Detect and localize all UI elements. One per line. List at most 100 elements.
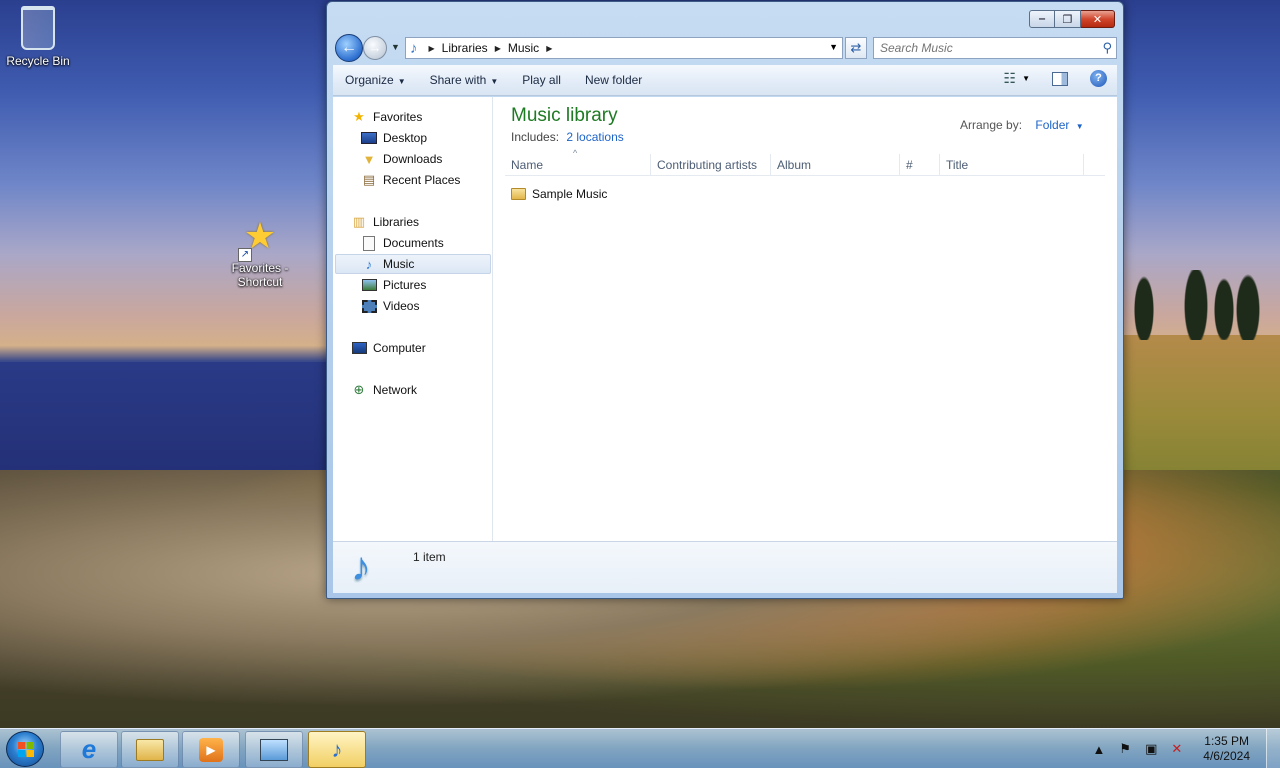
includes-label: Includes: <box>511 130 560 144</box>
network-icon: ⊕ <box>353 382 365 397</box>
desktop-icon <box>361 130 377 146</box>
taskbar-windows-explorer[interactable] <box>121 731 179 768</box>
show-desktop-button[interactable] <box>1266 729 1280 768</box>
view-options-dropdown[interactable]: ▼ <box>1022 74 1030 83</box>
recent-pages-dropdown[interactable]: ▼ <box>391 42 400 52</box>
chevron-down-icon: ▼ <box>391 42 400 52</box>
refresh-button[interactable]: ⇄ <box>845 37 867 59</box>
nav-item-recent-places[interactable]: ▤ Recent Places <box>361 170 519 190</box>
system-clock[interactable]: 1:35 PM 4/6/2024 <box>1203 734 1250 764</box>
library-title: Music library <box>511 105 618 126</box>
breadcrumb-libraries[interactable]: Libraries <box>442 41 488 55</box>
new-folder-button[interactable]: New folder <box>573 73 654 87</box>
explorer-window: ‒ ❐ ✕ ← → ▼ ♪ ▶ Libraries ▶ Music ▶ ▼ ⇄ … <box>326 1 1124 599</box>
forward-button[interactable]: → <box>363 36 387 60</box>
breadcrumb-arrow-icon[interactable]: ▶ <box>495 44 501 53</box>
documents-icon <box>361 235 377 251</box>
pictures-icon <box>361 277 377 293</box>
music-note-icon: ♪ <box>365 256 373 272</box>
nav-item-pictures[interactable]: Pictures <box>361 275 519 295</box>
column-header-track-number[interactable]: # <box>900 154 940 176</box>
close-button[interactable]: ✕ <box>1081 10 1115 28</box>
network-status-icon[interactable]: ▣ <box>1145 741 1157 757</box>
start-button[interactable] <box>6 731 44 767</box>
caption-buttons: ‒ ❐ ✕ <box>1029 10 1115 28</box>
action-center-flag-icon[interactable]: ⚑ <box>1119 741 1131 757</box>
search-box[interactable]: ⚲ <box>873 37 1117 59</box>
address-bar[interactable]: ♪ ▶ Libraries ▶ Music ▶ ▼ <box>405 37 843 59</box>
column-header-name[interactable]: Name <box>505 154 651 176</box>
column-header-title[interactable]: Title <box>940 154 1084 176</box>
star-icon: ★ <box>353 109 365 124</box>
desktop-icon-favorites-shortcut[interactable]: ★ ↗ Favorites - Shortcut <box>222 214 298 289</box>
nav-item-desktop[interactable]: Desktop <box>361 128 519 148</box>
minimize-button[interactable]: ‒ <box>1029 10 1055 28</box>
refresh-icon: ⇄ <box>850 40 862 55</box>
videos-icon <box>361 298 377 314</box>
nav-item-documents[interactable]: Documents <box>361 233 519 253</box>
downloads-folder-icon: ▼ <box>362 151 376 167</box>
breadcrumb-arrow-icon[interactable]: ▶ <box>546 44 552 53</box>
nav-label: Computer <box>373 341 426 355</box>
nav-label: Desktop <box>383 131 428 145</box>
show-hidden-icons-button[interactable]: ▲ <box>1093 742 1106 757</box>
change-view-icon[interactable]: ☷ <box>1004 70 1017 87</box>
notification-area: ▲ ⚑ ▣ ✕ 1:35 PM 4/6/2024 <box>1086 729 1280 768</box>
list-item[interactable]: Sample Music <box>505 185 607 203</box>
nav-item-downloads[interactable]: ▼ Downloads <box>361 149 519 169</box>
taskbar-libraries-active[interactable]: ♪ <box>308 731 366 768</box>
nav-item-computer[interactable]: Computer <box>351 338 509 358</box>
preview-pane-icon[interactable] <box>1052 71 1068 86</box>
chevron-down-icon: ▼ <box>397 77 406 86</box>
nav-item-libraries[interactable]: ▥ Libraries <box>351 212 509 232</box>
command-bar: Organize ▼ Share with ▼ Play all New folde… <box>333 65 1117 96</box>
file-name: Sample Music <box>532 187 608 201</box>
taskbar-media-player[interactable]: ▶ <box>182 731 240 768</box>
libraries-icon: ♪ <box>331 736 343 762</box>
nav-item-music[interactable]: ♪ Music <box>335 254 491 274</box>
recent-places-icon: ▤ <box>362 172 376 187</box>
clock-date: 4/6/2024 <box>1203 749 1250 763</box>
media-player-icon: ▶ <box>199 737 223 762</box>
organize-menu[interactable]: Organize ▼ <box>333 73 418 87</box>
desktop-icon-recycle-bin[interactable]: Recycle Bin <box>0 6 76 68</box>
nav-label: Libraries <box>373 215 420 229</box>
taskbar-internet-explorer[interactable]: e <box>60 731 118 768</box>
arrange-by: Arrange by: Folder ▼ <box>960 118 1084 132</box>
arrange-by-dropdown[interactable]: Folder <box>1035 118 1069 132</box>
breadcrumb-music[interactable]: Music <box>508 41 539 55</box>
volume-muted-icon[interactable]: ✕ <box>1171 741 1182 757</box>
chevron-down-icon[interactable]: ▼ <box>1076 122 1084 131</box>
folder-icon <box>136 738 164 761</box>
taskbar-control-panel[interactable] <box>245 731 303 768</box>
address-history-dropdown[interactable]: ▼ <box>829 42 838 52</box>
maximize-icon: ❐ <box>1062 13 1073 26</box>
nav-item-videos[interactable]: Videos <box>361 296 519 316</box>
minimize-icon: ‒ <box>1038 13 1046 25</box>
forward-arrow-icon: → <box>368 40 382 55</box>
play-all-button[interactable]: Play all <box>510 73 573 87</box>
column-header-album[interactable]: Album <box>771 154 900 176</box>
library-includes: Includes: 2 locations <box>511 130 624 144</box>
search-input[interactable] <box>880 41 1090 55</box>
library-locations-link[interactable]: 2 locations <box>566 130 623 144</box>
maximize-button[interactable]: ❐ <box>1055 10 1081 28</box>
search-icon[interactable]: ⚲ <box>1102 40 1112 56</box>
back-button[interactable]: ← <box>335 34 363 62</box>
nav-label: Documents <box>383 236 444 250</box>
column-header-contributing-artists[interactable]: Contributing artists <box>651 154 771 176</box>
desktop-wallpaper-trees <box>1124 270 1280 340</box>
navigation-bar: ← → ▼ ♪ ▶ Libraries ▶ Music ▶ ▼ ⇄ ⚲ <box>335 34 1117 62</box>
help-icon[interactable]: ? <box>1090 70 1107 87</box>
recycle-bin-icon <box>21 6 55 50</box>
nav-item-network[interactable]: ⊕ Network <box>351 380 509 400</box>
nav-label: Favorites <box>373 110 423 124</box>
nav-item-favorites[interactable]: ★ Favorites <box>351 107 509 127</box>
share-with-label: Share with <box>429 73 487 87</box>
nav-label: Downloads <box>383 152 443 166</box>
folder-icon <box>511 188 526 200</box>
share-with-menu[interactable]: Share with ▼ <box>418 73 511 87</box>
close-icon: ✕ <box>1092 13 1103 26</box>
breadcrumb-arrow-icon[interactable]: ▶ <box>429 44 435 53</box>
column-header-row: ^ Name Contributing artists Album # Titl… <box>505 148 1105 176</box>
